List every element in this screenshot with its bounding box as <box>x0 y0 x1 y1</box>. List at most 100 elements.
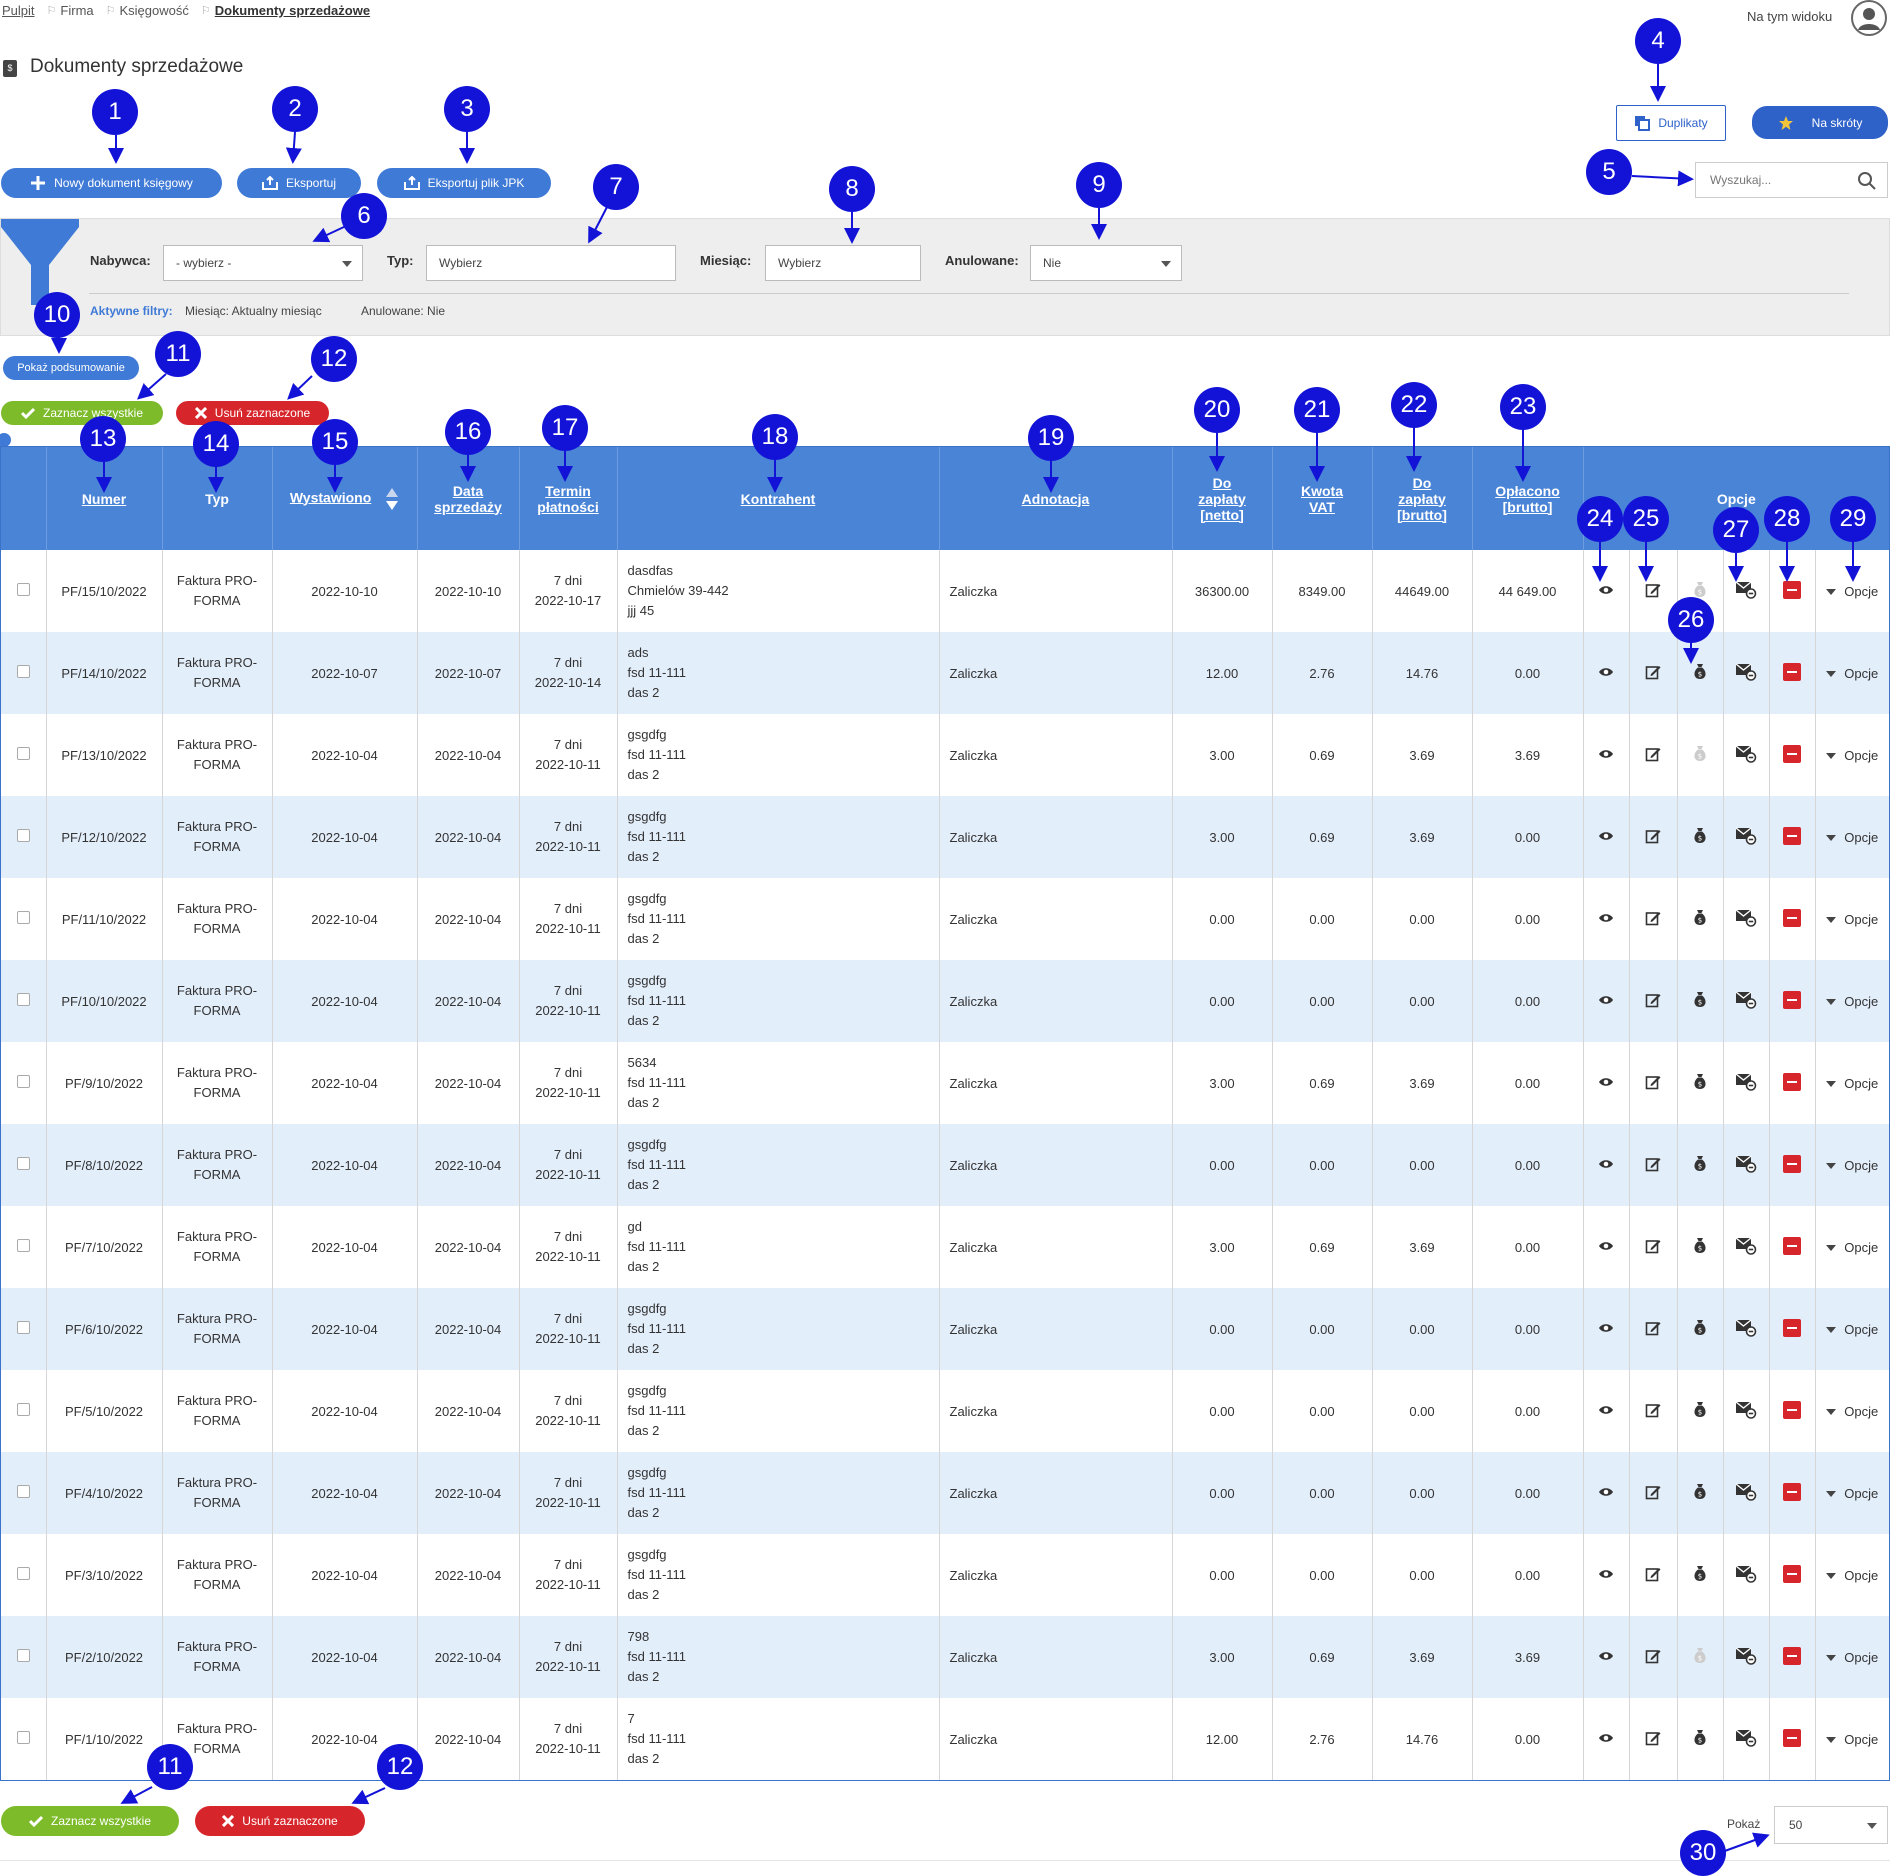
send-mail-icon[interactable] <box>1735 580 1757 602</box>
options-dropdown[interactable]: Opcje <box>1826 1568 1878 1583</box>
eye-icon[interactable] <box>1598 1404 1614 1419</box>
edit-icon[interactable] <box>1645 993 1661 1011</box>
row-checkbox[interactable] <box>16 583 30 596</box>
send-mail-icon[interactable] <box>1735 826 1757 848</box>
send-mail-icon[interactable] <box>1735 1400 1757 1422</box>
row-checkbox[interactable] <box>16 1321 30 1334</box>
row-checkbox[interactable] <box>16 747 30 760</box>
cell-numer[interactable]: PF/7/10/2022 <box>46 1206 163 1288</box>
money-bag-icon[interactable]: $ <box>1693 992 1707 1011</box>
send-mail-icon[interactable] <box>1735 1154 1757 1176</box>
edit-icon[interactable] <box>1645 1731 1661 1749</box>
month-input[interactable]: Wybierz <box>765 245 921 281</box>
eye-icon[interactable] <box>1598 1650 1614 1665</box>
search-input[interactable] <box>1696 163 1846 197</box>
row-checkbox[interactable] <box>16 1157 30 1170</box>
eye-icon[interactable] <box>1598 912 1614 927</box>
breadcrumb-ksiegowosc[interactable]: Księgowość <box>120 3 189 18</box>
breadcrumb-current[interactable]: Dokumenty sprzedażowe <box>215 3 370 18</box>
edit-icon[interactable] <box>1645 1649 1661 1667</box>
edit-icon[interactable] <box>1645 1567 1661 1585</box>
money-bag-icon[interactable]: $ <box>1693 1320 1707 1339</box>
header-netto[interactable]: Do zapłaty [netto] <box>1172 447 1273 550</box>
cell-numer[interactable]: PF/14/10/2022 <box>46 632 163 714</box>
row-checkbox[interactable] <box>16 1075 30 1088</box>
money-bag-icon[interactable]: $ <box>1693 1730 1707 1749</box>
export-jpk-button[interactable]: Eksportuj plik JPK <box>377 168 551 198</box>
edit-icon[interactable] <box>1645 1157 1661 1175</box>
buyer-select[interactable]: - wybierz - <box>163 245 363 281</box>
header-adnotacja[interactable]: Adnotacja <box>939 447 1173 550</box>
options-dropdown[interactable]: Opcje <box>1826 584 1878 599</box>
header-kontrahent[interactable]: Kontrahent <box>617 447 940 550</box>
delete-icon[interactable] <box>1783 1564 1801 1583</box>
options-dropdown[interactable]: Opcje <box>1826 994 1878 1009</box>
options-dropdown[interactable]: Opcje <box>1826 912 1878 927</box>
search-icon[interactable] <box>1857 171 1877 191</box>
cell-numer[interactable]: PF/8/10/2022 <box>46 1124 163 1206</box>
cell-numer[interactable]: PF/4/10/2022 <box>46 1452 163 1534</box>
cell-numer[interactable]: PF/1/10/2022 <box>46 1698 163 1780</box>
options-dropdown[interactable]: Opcje <box>1826 1322 1878 1337</box>
header-termin[interactable]: Termin płatności <box>519 447 618 550</box>
select-all-button-top[interactable]: Zaznacz wszystkie <box>1 401 163 425</box>
options-dropdown[interactable]: Opcje <box>1826 1486 1878 1501</box>
row-checkbox[interactable] <box>16 993 30 1006</box>
delete-icon[interactable] <box>1783 580 1801 599</box>
delete-icon[interactable] <box>1783 662 1801 681</box>
delete-icon[interactable] <box>1783 1236 1801 1255</box>
options-dropdown[interactable]: Opcje <box>1826 1650 1878 1665</box>
send-mail-icon[interactable] <box>1735 908 1757 930</box>
send-mail-icon[interactable] <box>1735 1564 1757 1586</box>
money-bag-icon[interactable]: $ <box>1693 1484 1707 1503</box>
eye-icon[interactable] <box>1598 1732 1614 1747</box>
delete-icon[interactable] <box>1783 1072 1801 1091</box>
cell-numer[interactable]: PF/12/10/2022 <box>46 796 163 878</box>
eye-icon[interactable] <box>1598 1322 1614 1337</box>
delete-icon[interactable] <box>1783 990 1801 1009</box>
money-bag-icon[interactable]: $ <box>1693 1238 1707 1257</box>
money-bag-icon[interactable]: $ <box>1693 1156 1707 1175</box>
money-bag-icon[interactable]: $ <box>1693 1402 1707 1421</box>
options-dropdown[interactable]: Opcje <box>1826 1240 1878 1255</box>
options-dropdown[interactable]: Opcje <box>1826 1076 1878 1091</box>
breadcrumb-firma[interactable]: Firma <box>60 3 93 18</box>
send-mail-icon[interactable] <box>1735 1728 1757 1750</box>
eye-icon[interactable] <box>1598 666 1614 681</box>
row-checkbox[interactable] <box>16 1403 30 1416</box>
eye-icon[interactable] <box>1598 830 1614 845</box>
options-dropdown[interactable]: Opcje <box>1826 1732 1878 1747</box>
shortcuts-button[interactable]: Na skróty <box>1752 106 1888 139</box>
delete-selected-button-top[interactable]: Usuń zaznaczone <box>176 401 329 425</box>
header-data-sprzedazy[interactable]: Data sprzedaży <box>417 447 520 550</box>
options-dropdown[interactable]: Opcje <box>1826 748 1878 763</box>
edit-icon[interactable] <box>1645 583 1661 601</box>
row-checkbox[interactable] <box>16 1567 30 1580</box>
send-mail-icon[interactable] <box>1735 1482 1757 1504</box>
type-input[interactable]: Wybierz <box>426 245 676 281</box>
send-mail-icon[interactable] <box>1735 1072 1757 1094</box>
cell-numer[interactable]: PF/2/10/2022 <box>46 1616 163 1698</box>
edit-icon[interactable] <box>1645 747 1661 765</box>
options-dropdown[interactable]: Opcje <box>1826 1158 1878 1173</box>
cell-numer[interactable]: PF/5/10/2022 <box>46 1370 163 1452</box>
delete-icon[interactable] <box>1783 1728 1801 1747</box>
edit-icon[interactable] <box>1645 1321 1661 1339</box>
cell-numer[interactable]: PF/10/10/2022 <box>46 960 163 1042</box>
duplicates-button[interactable]: Duplikaty <box>1616 105 1726 141</box>
edit-icon[interactable] <box>1645 665 1661 683</box>
header-oplacono[interactable]: Opłacono [brutto] <box>1472 447 1584 550</box>
send-mail-icon[interactable] <box>1735 1318 1757 1340</box>
delete-icon[interactable] <box>1783 744 1801 763</box>
money-bag-icon[interactable]: $ <box>1693 910 1707 929</box>
eye-icon[interactable] <box>1598 1076 1614 1091</box>
row-checkbox[interactable] <box>16 1239 30 1252</box>
cell-numer[interactable]: PF/9/10/2022 <box>46 1042 163 1124</box>
row-checkbox[interactable] <box>16 1649 30 1662</box>
row-checkbox[interactable] <box>16 829 30 842</box>
send-mail-icon[interactable] <box>1735 1646 1757 1668</box>
edit-icon[interactable] <box>1645 1403 1661 1421</box>
row-checkbox[interactable] <box>16 1731 30 1744</box>
eye-icon[interactable] <box>1598 1158 1614 1173</box>
delete-icon[interactable] <box>1783 908 1801 927</box>
